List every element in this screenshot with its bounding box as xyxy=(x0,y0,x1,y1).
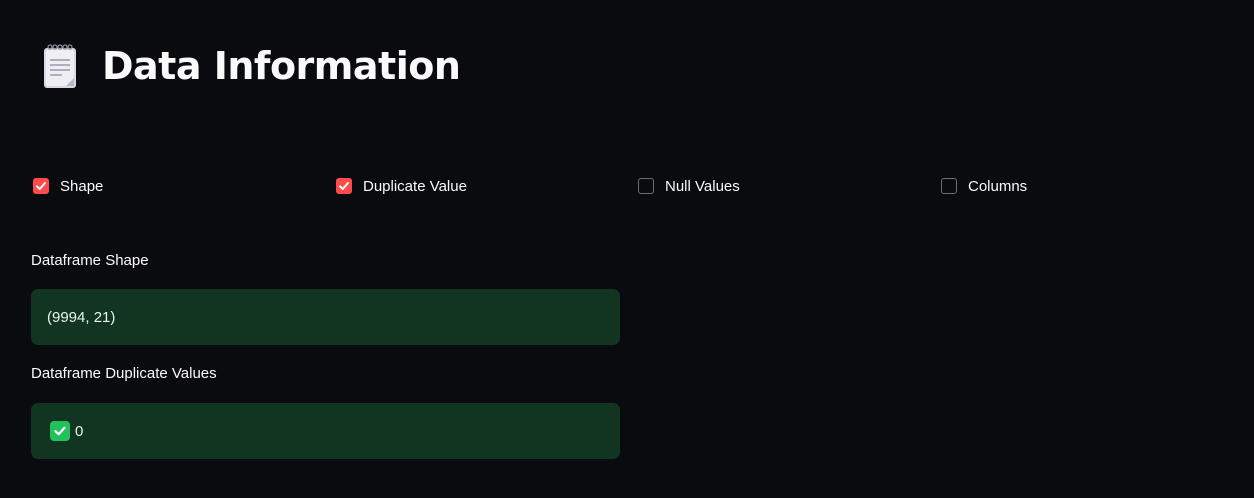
check-mark-icon xyxy=(50,421,70,441)
checkbox-checked-icon[interactable] xyxy=(33,178,49,194)
checkbox-unchecked-icon[interactable] xyxy=(941,178,957,194)
shape-checkbox-label: Shape xyxy=(60,177,104,195)
duplicate-success-alert: 0 xyxy=(31,403,620,459)
dataframe-shape-label: Dataframe Shape xyxy=(31,252,149,269)
null-values-checkbox-label: Null Values xyxy=(665,177,740,195)
shape-value: (9994, 21) xyxy=(47,308,116,326)
shape-success-alert: (9994, 21) xyxy=(31,289,620,345)
options-row: Shape Duplicate Value Null Values Column… xyxy=(0,175,1254,197)
null-values-checkbox[interactable]: Null Values xyxy=(638,175,740,197)
page-title: Data Information xyxy=(102,44,461,88)
app-page: Data Information Shape Duplicate Value N… xyxy=(0,0,1254,498)
page-header: Data Information xyxy=(38,38,461,94)
shape-checkbox[interactable]: Shape xyxy=(33,175,103,197)
duplicate-value-checkbox-label: Duplicate Value xyxy=(363,177,467,195)
dataframe-duplicate-label: Dataframe Duplicate Values xyxy=(31,365,217,382)
duplicate-value-checkbox[interactable]: Duplicate Value xyxy=(336,175,467,197)
columns-checkbox-label: Columns xyxy=(968,177,1028,195)
notepad-icon xyxy=(38,39,82,93)
checkbox-checked-icon[interactable] xyxy=(336,178,352,194)
checkbox-unchecked-icon[interactable] xyxy=(638,178,654,194)
columns-checkbox[interactable]: Columns xyxy=(941,175,1027,197)
duplicate-value: 0 xyxy=(75,422,84,440)
